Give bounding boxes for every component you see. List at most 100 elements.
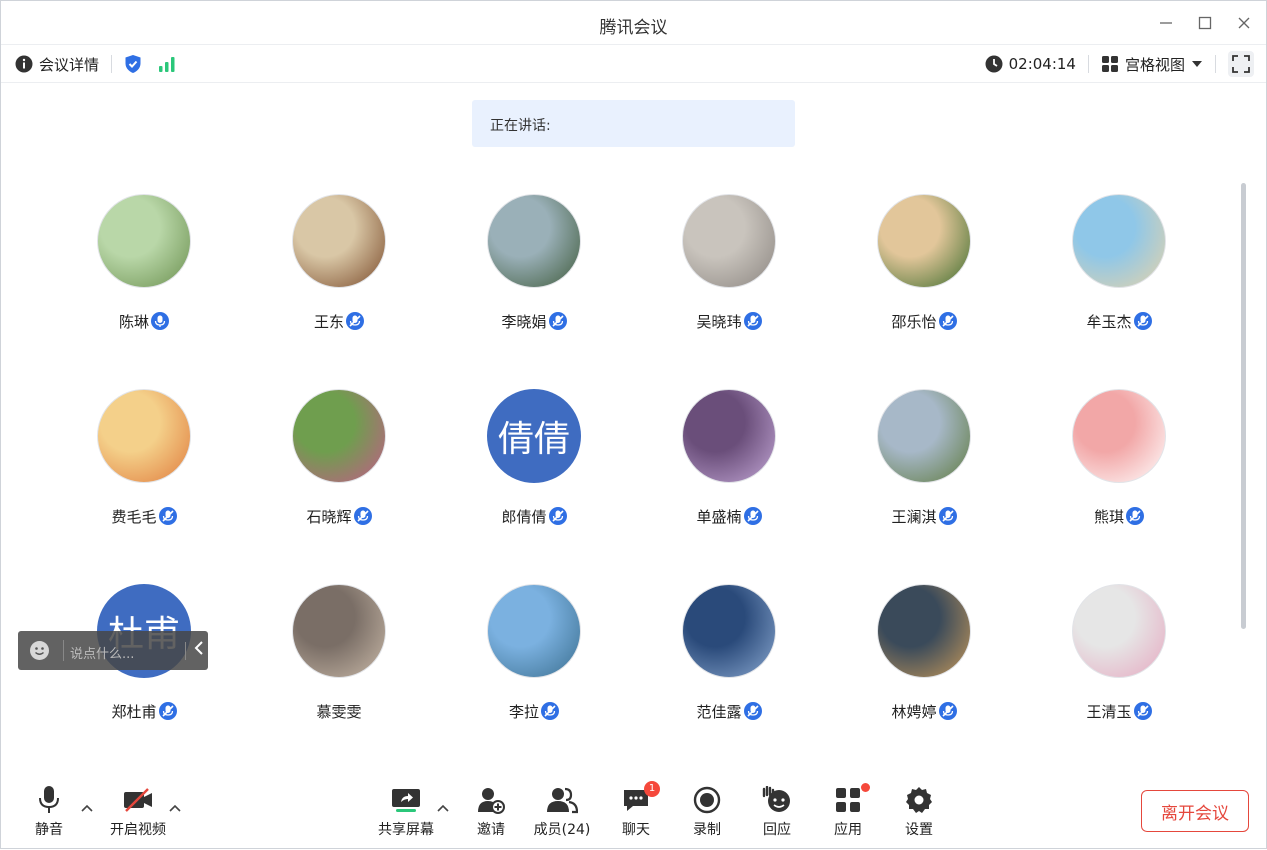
signal-icon[interactable] <box>158 56 176 72</box>
mic-muted-icon <box>938 507 957 525</box>
participant-name: 费毛毛 <box>111 508 157 526</box>
invite-label: 邀请 <box>477 822 505 838</box>
fullscreen-button[interactable] <box>1228 51 1254 77</box>
share-screen-button[interactable]: 共享屏幕 <box>371 783 441 839</box>
avatar <box>487 584 581 678</box>
participant-name: 王东 <box>313 313 344 331</box>
participant-name-row: 王澜淇 <box>834 506 1014 527</box>
mic-muted-icon <box>548 507 567 525</box>
invite-button[interactable]: 邀请 <box>456 783 526 839</box>
participant-name-row: 郑杜甫 <box>54 701 234 722</box>
chat-input-bar[interactable]: 说点什么... <box>18 631 208 670</box>
speaking-banner: 正在讲话: <box>472 100 795 147</box>
share-options-caret-icon[interactable] <box>437 801 449 815</box>
members-label: 成员(24) <box>533 822 591 838</box>
mute-button[interactable]: 静音 <box>14 783 84 839</box>
info-bar: 会议详情 02:04:14 宫格视图 <box>1 45 1266 83</box>
settings-label: 设置 <box>905 822 933 838</box>
participant-tile[interactable]: 范佳露 <box>639 584 819 744</box>
participant-tile[interactable]: 石晓辉 <box>249 389 429 549</box>
participant-name: 单盛楠 <box>696 508 742 526</box>
avatar <box>292 194 386 288</box>
record-button[interactable]: 录制 <box>672 783 742 839</box>
minimize-button[interactable] <box>1154 11 1178 35</box>
participant-tile[interactable]: 邵乐怡 <box>834 194 1014 354</box>
audio-options-caret-icon[interactable] <box>81 801 93 815</box>
share-screen-icon <box>392 789 420 812</box>
leave-meeting-button[interactable]: 离开会议 <box>1141 790 1249 832</box>
participant-tile[interactable]: 李拉 <box>444 584 624 744</box>
meeting-details-button[interactable]: 会议详情 <box>15 54 99 75</box>
participant-name: 李晓娟 <box>501 313 547 331</box>
mic-muted-icon <box>1133 312 1152 330</box>
avatar <box>487 194 581 288</box>
participant-tile[interactable]: 林娉婷 <box>834 584 1014 744</box>
divider <box>111 55 113 73</box>
meeting-details-label: 会议详情 <box>39 55 100 74</box>
share-screen-label: 共享屏幕 <box>378 822 434 838</box>
participant-name-row: 牟玉杰 <box>1029 311 1209 332</box>
collapse-chat-icon[interactable] <box>194 641 204 659</box>
participant-tile[interactable]: 王东 <box>249 194 429 354</box>
view-mode-label: 宫格视图 <box>1124 55 1185 74</box>
emoji-icon[interactable] <box>30 641 49 660</box>
mic-muted-icon <box>938 702 957 720</box>
mic-muted-icon <box>158 507 177 525</box>
participant-tile[interactable]: 牟玉杰 <box>1029 194 1209 354</box>
settings-button[interactable]: 设置 <box>884 783 954 839</box>
participant-tile[interactable]: 吴晓玮 <box>639 194 819 354</box>
participant-tile[interactable]: 陈琳 <box>54 194 234 354</box>
avatar <box>1072 194 1166 288</box>
mic-on-icon <box>151 312 169 330</box>
react-button[interactable]: 回应 <box>742 783 812 839</box>
participant-tile[interactable]: 李晓娟 <box>444 194 624 354</box>
avatar <box>1072 389 1166 483</box>
participant-name: 范佳露 <box>696 703 742 721</box>
mic-muted-icon <box>743 507 762 525</box>
chat-button[interactable]: 1 聊天 <box>601 781 671 839</box>
mic-muted-icon <box>353 507 372 525</box>
members-button[interactable]: 成员(24) <box>527 783 597 839</box>
apps-icon <box>836 788 860 812</box>
participant-tile[interactable]: 单盛楠 <box>639 389 819 549</box>
participant-name: 郎倩倩 <box>501 508 547 526</box>
chat-input-placeholder[interactable]: 说点什么... <box>70 643 134 662</box>
participant-name: 郑杜甫 <box>111 703 157 721</box>
info-icon <box>15 55 33 73</box>
caret-down-icon <box>1192 61 1202 67</box>
view-mode-dropdown[interactable]: 宫格视图 <box>1101 54 1203 75</box>
participant-tile[interactable]: 费毛毛 <box>54 389 234 549</box>
video-options-caret-icon[interactable] <box>169 801 181 815</box>
title-bar: 腾讯会议 <box>1 1 1266 45</box>
apps-button[interactable]: 应用 <box>813 783 883 839</box>
participant-name-row: 李拉 <box>444 701 624 722</box>
maximize-button[interactable] <box>1193 11 1217 35</box>
add-user-icon <box>478 788 505 814</box>
avatar <box>97 194 191 288</box>
avatar <box>682 389 776 483</box>
apps-notification-dot <box>861 783 870 792</box>
avatar <box>682 194 776 288</box>
close-button[interactable] <box>1232 11 1256 35</box>
participant-tile[interactable]: 王澜淇 <box>834 389 1014 549</box>
grid-scrollbar[interactable] <box>1241 183 1246 629</box>
shield-icon[interactable] <box>124 54 142 74</box>
participant-tile[interactable]: 慕雯雯 <box>249 584 429 744</box>
speaking-label: 正在讲话: <box>490 118 551 134</box>
divider <box>63 640 64 661</box>
participant-tile[interactable]: 熊琪 <box>1029 389 1209 549</box>
participant-tile[interactable]: 王清玉 <box>1029 584 1209 744</box>
avatar <box>682 584 776 678</box>
chat-unread-badge: 1 <box>644 781 660 797</box>
participant-name-row: 王清玉 <box>1029 701 1209 722</box>
participant-name-row: 熊琪 <box>1029 506 1209 527</box>
divider <box>1215 55 1216 73</box>
mic-muted-icon <box>541 702 559 720</box>
avatar-initials: 倩倩 <box>487 389 581 483</box>
participant-name: 吴晓玮 <box>696 313 742 331</box>
microphone-icon <box>39 786 59 813</box>
react-label: 回应 <box>763 822 791 838</box>
avatar <box>292 584 386 678</box>
participant-tile[interactable]: 倩倩郎倩倩 <box>444 389 624 549</box>
video-button[interactable]: 开启视频 <box>103 783 173 839</box>
